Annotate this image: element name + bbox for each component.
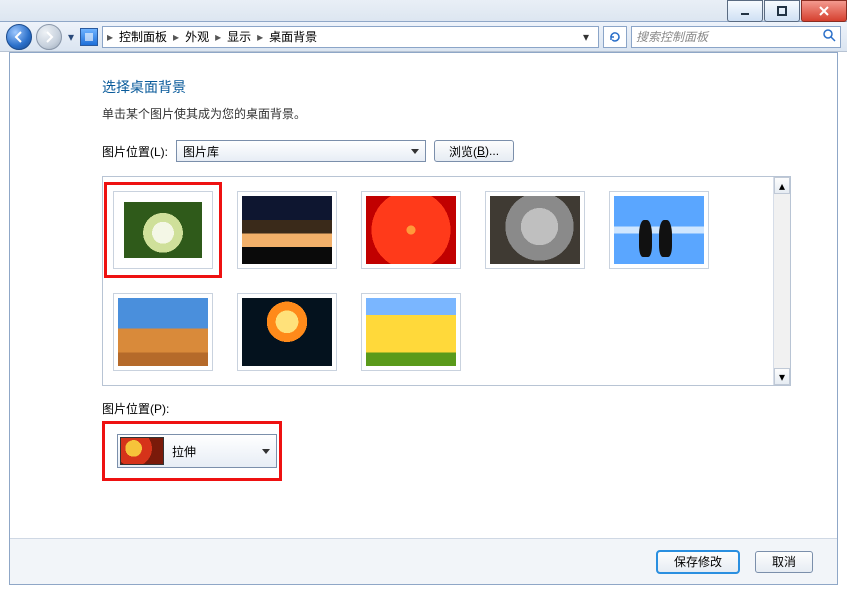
breadcrumb-item[interactable]: 外观 <box>181 26 213 47</box>
wallpaper-thumb[interactable] <box>361 293 461 371</box>
back-button[interactable] <box>6 24 32 50</box>
forward-button[interactable] <box>36 24 62 50</box>
breadcrumb-item[interactable]: 控制面板 <box>115 26 171 47</box>
wallpaper-thumb[interactable] <box>113 293 213 371</box>
chevron-right-icon: ▸ <box>107 30 113 44</box>
wallpaper-list: ▴ ▾ <box>102 176 791 386</box>
highlight-annotation: 拉伸 <box>102 421 282 481</box>
wallpaper-thumb[interactable] <box>609 191 709 269</box>
control-panel-icon <box>80 28 98 46</box>
wallpaper-thumb-selected[interactable] <box>113 191 213 269</box>
wallpaper-thumb[interactable] <box>485 191 585 269</box>
close-button[interactable] <box>801 0 847 22</box>
maximize-button[interactable] <box>764 0 800 22</box>
wallpaper-thumb[interactable] <box>237 191 337 269</box>
scrollbar[interactable]: ▴ ▾ <box>773 177 790 385</box>
search-icon <box>822 28 836 45</box>
wallpaper-thumb[interactable] <box>361 191 461 269</box>
navigation-bar: ▾ ▸ 控制面板 ▸ 外观 ▸ 显示 ▸ 桌面背景 ▾ 搜索控制面板 <box>0 22 847 52</box>
picture-location-combo[interactable]: 图片库 <box>176 140 426 162</box>
position-preview-icon <box>120 437 164 465</box>
address-bar[interactable]: ▸ 控制面板 ▸ 外观 ▸ 显示 ▸ 桌面背景 ▾ <box>102 26 599 48</box>
picture-position-value: 拉伸 <box>172 443 196 460</box>
chevron-down-icon <box>262 449 270 454</box>
breadcrumb-item[interactable]: 桌面背景 <box>265 26 321 47</box>
minimize-button[interactable] <box>727 0 763 22</box>
chevron-down-icon <box>411 149 419 154</box>
scroll-down-icon[interactable]: ▾ <box>774 368 790 385</box>
save-button[interactable]: 保存修改 <box>657 551 739 573</box>
browse-button[interactable]: 浏览(B)... <box>434 140 514 162</box>
dialog-footer: 保存修改 取消 <box>10 538 837 584</box>
picture-position-label: 图片位置(P): <box>102 400 821 417</box>
address-dropdown-icon[interactable]: ▾ <box>578 30 594 44</box>
refresh-button[interactable] <box>603 26 627 48</box>
search-input[interactable]: 搜索控制面板 <box>631 26 841 48</box>
page-title: 选择桌面背景 <box>102 77 821 97</box>
breadcrumb-item[interactable]: 显示 <box>223 26 255 47</box>
scroll-up-icon[interactable]: ▴ <box>774 177 790 194</box>
page-subtext: 单击某个图片使其成为您的桌面背景。 <box>102 105 821 122</box>
content-pane: 选择桌面背景 单击某个图片使其成为您的桌面背景。 图片位置(L): 图片库 浏览… <box>9 52 838 585</box>
wallpaper-thumb[interactable] <box>237 293 337 371</box>
chevron-right-icon: ▸ <box>173 30 179 44</box>
window-titlebar <box>0 0 847 22</box>
chevron-right-icon: ▸ <box>257 30 263 44</box>
picture-position-combo[interactable]: 拉伸 <box>117 434 277 468</box>
chevron-right-icon: ▸ <box>215 30 221 44</box>
nav-history-dropdown[interactable]: ▾ <box>66 27 76 47</box>
search-placeholder: 搜索控制面板 <box>636 28 708 45</box>
picture-location-label: 图片位置(L): <box>102 143 168 160</box>
picture-location-value: 图片库 <box>183 143 219 160</box>
cancel-button[interactable]: 取消 <box>755 551 813 573</box>
